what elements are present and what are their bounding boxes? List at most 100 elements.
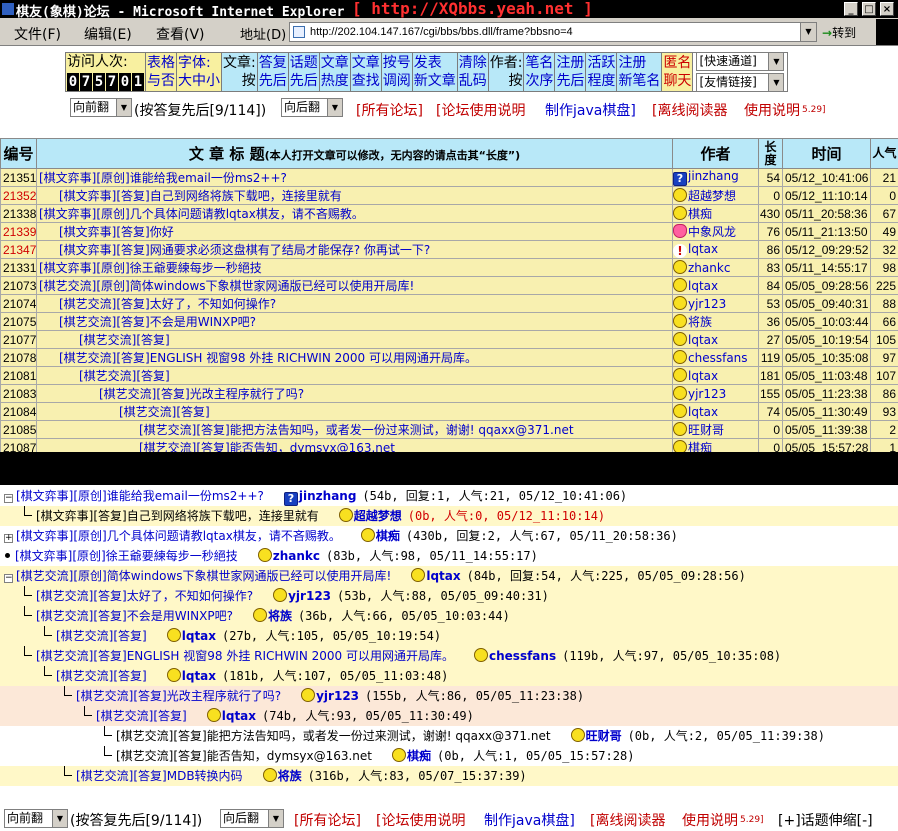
row-title-link[interactable]: [棋艺交流][答复]不会是用WINXP吧?	[59, 315, 256, 329]
row-author-link[interactable]: lqtax	[688, 405, 718, 419]
next-page-select[interactable]: 向后翻 ▼	[281, 98, 343, 117]
tree-title-link[interactable]: [棋艺交流][答复]能把方法告知吗，或者发一份过来测试，谢谢! qqaxx@37…	[116, 729, 551, 743]
java-board-link[interactable]: 制作java棋盘]	[545, 100, 636, 120]
tree-title-link[interactable]: [棋文弈事][原创]谁能给我email一份ms2++?	[16, 489, 264, 503]
sort-by-topic-link[interactable]: 话题 先后	[289, 53, 320, 91]
tree-title-link[interactable]: [棋艺交流][答复]太好了，不知如何操作?	[36, 589, 253, 603]
font-size-options[interactable]: 大中小	[178, 72, 220, 90]
row-title[interactable]: [棋艺交流][答复]太好了，不知如何操作?	[36, 294, 673, 313]
quick-channel-select[interactable]: [快速通道] ▼	[696, 52, 785, 71]
tree-title-link[interactable]: [棋艺交流][答复]	[56, 669, 147, 683]
row-length[interactable]: 84	[758, 276, 783, 295]
row-title[interactable]: [棋艺交流][答复]ENGLISH 视窗98 外挂 RICHWIN 2000 可…	[36, 348, 673, 367]
usage-link[interactable]: 使用说明	[744, 100, 800, 120]
clear-garbled-link[interactable]: 清除 乱码	[458, 53, 489, 91]
bottom-forum-help-link[interactable]: [论坛使用说明	[376, 810, 465, 830]
row-length[interactable]: 86	[758, 240, 783, 259]
tree-author-link[interactable]: 棋痴	[376, 529, 400, 543]
row-title[interactable]: [棋文弈事][答复]自己到网络将族下载吧，连接里就有	[36, 186, 673, 205]
tree-title-link[interactable]: [棋艺交流][答复]ENGLISH 视窗98 外挂 RICHWIN 2000 可…	[36, 649, 454, 663]
browse-by-account-link[interactable]: 按号 调阅	[382, 53, 413, 91]
tree-title-link[interactable]: [棋艺交流][原创]简体windows下象棋世家网通版已经可以使用开局库!	[16, 569, 391, 583]
tree-title-link[interactable]: [棋艺交流][答复]光改主程序就行了吗?	[76, 689, 281, 703]
row-title-link[interactable]: [棋艺交流][答复]	[79, 333, 170, 347]
row-author-link[interactable]: 棋痴	[688, 441, 712, 452]
row-author-link[interactable]: 中象风龙	[688, 225, 736, 239]
row-author[interactable]: lqtax	[672, 402, 759, 421]
row-length[interactable]: 181	[758, 366, 783, 385]
anonymous-chat-link[interactable]: 匿名 聊天	[662, 53, 694, 91]
row-author-link[interactable]: 将族	[688, 315, 712, 329]
bottom-java-board-link[interactable]: 制作java棋盘]	[484, 810, 575, 830]
row-author-link[interactable]: yjr123	[688, 387, 726, 401]
all-forums-link[interactable]: [所有论坛]	[356, 100, 423, 120]
row-author[interactable]: lqtax	[672, 330, 759, 349]
go-button[interactable]: →转到	[822, 24, 856, 41]
row-author-link[interactable]: zhankc	[688, 261, 730, 275]
sort-by-registration-link[interactable]: 注册 先后	[555, 53, 587, 91]
row-author[interactable]: 棋痴	[672, 204, 759, 223]
row-length[interactable]: 36	[758, 312, 783, 331]
row-author[interactable]: ! lqtax	[672, 240, 759, 259]
row-title-link[interactable]: [棋文弈事][答复]你好	[59, 225, 174, 239]
row-length[interactable]: 54	[758, 168, 783, 187]
tree-author-link[interactable]: 将族	[278, 769, 302, 783]
toggle-tree-link[interactable]: [+]话题伸缩[-]	[778, 810, 873, 830]
tree-author-link[interactable]: 棋痴	[407, 749, 431, 763]
sort-by-reply-link[interactable]: 答复 先后	[258, 53, 289, 91]
row-title[interactable]: [棋文弈事][原创]徐王爺要練每步一秒絕技	[36, 258, 673, 277]
row-author[interactable]: 旺财哥	[672, 420, 759, 439]
row-length[interactable]: 0	[758, 186, 783, 205]
prev-page-select[interactable]: 向前翻 ▼	[70, 98, 132, 117]
row-title-link[interactable]: [棋艺交流][答复]光改主程序就行了吗?	[99, 387, 304, 401]
row-author[interactable]: 将族	[672, 312, 759, 331]
bottom-usage-link[interactable]: 使用说明	[682, 810, 738, 830]
row-author-link[interactable]: lqtax	[688, 279, 718, 293]
row-title-link[interactable]: [棋艺交流][答复]ENGLISH 视窗98 外挂 RICHWIN 2000 可…	[59, 351, 477, 365]
tree-author-link[interactable]: lqtax	[182, 669, 216, 683]
row-author-link[interactable]: 超越梦想	[688, 189, 736, 203]
row-length[interactable]: 53	[758, 294, 783, 313]
tree-author-link[interactable]: jinzhang	[299, 489, 357, 503]
row-author[interactable]: 棋痴	[672, 438, 759, 452]
table-toggle-link[interactable]: 表格 与否	[146, 53, 177, 91]
collapse-icon[interactable]: −	[4, 574, 13, 583]
tree-author-link[interactable]: lqtax	[426, 569, 460, 583]
row-author[interactable]: chessfans	[672, 348, 759, 367]
address-dropdown-icon[interactable]: ▼	[800, 23, 816, 41]
row-author[interactable]: ? jinzhang	[672, 168, 759, 187]
tree-author-link[interactable]: lqtax	[182, 629, 216, 643]
row-length[interactable]: 76	[758, 222, 783, 241]
frame-splitter[interactable]	[0, 452, 898, 485]
new-registrations-link[interactable]: 注册 新笔名	[617, 53, 663, 91]
tree-author-link[interactable]: chessfans	[489, 649, 556, 663]
minimize-button[interactable]: _	[844, 2, 858, 16]
maximize-button[interactable]: □	[862, 2, 876, 16]
row-title[interactable]: [棋艺交流][原创]简体windows下象棋世家网通版已经可以使用开局库!	[36, 276, 673, 295]
tree-title-link[interactable]: [棋艺交流][答复]MDB转换内码	[76, 769, 243, 783]
tree-title-link[interactable]: [棋艺交流][答复]能否告知，dymsyx@163.net	[116, 749, 372, 763]
tree-title-link[interactable]: [棋文弈事][原创]徐王爺要練每步一秒絕技	[15, 549, 238, 563]
sort-by-activity-link[interactable]: 活跃 程度	[586, 53, 618, 91]
bottom-next-select[interactable]: 向后翻 ▼	[220, 809, 284, 828]
row-length[interactable]: 430	[758, 204, 783, 223]
row-title[interactable]: [棋艺交流][答复]能否告知，dymsyx@163.net	[36, 438, 673, 452]
row-title-link[interactable]: [棋文弈事][原创]谁能给我email一份ms2++?	[39, 171, 287, 185]
tree-author-link[interactable]: 旺财哥	[586, 729, 622, 743]
collapse-icon[interactable]: −	[4, 494, 13, 503]
address-bar[interactable]: http://202.104.147.167/cgi/bbs/bbs.dll/f…	[289, 22, 817, 42]
tree-author-link[interactable]: yjr123	[288, 589, 331, 603]
row-length[interactable]: 119	[758, 348, 783, 367]
tree-author-link[interactable]: zhankc	[273, 549, 320, 563]
row-author-link[interactable]: 旺财哥	[688, 423, 724, 437]
offline-reader-link[interactable]: [离线阅读器	[652, 100, 727, 120]
row-author[interactable]: yjr123	[672, 384, 759, 403]
sort-by-name-link[interactable]: 笔名 次序	[524, 53, 556, 91]
menu-edit[interactable]: 编辑(E)	[84, 24, 132, 44]
row-length[interactable]: 0	[758, 438, 783, 452]
tree-author-link[interactable]: lqtax	[222, 709, 256, 723]
row-author[interactable]: zhankc	[672, 258, 759, 277]
row-author-link[interactable]: 棋痴	[688, 207, 712, 221]
row-author[interactable]: 超越梦想	[672, 186, 759, 205]
menu-view[interactable]: 查看(V)	[156, 24, 205, 44]
